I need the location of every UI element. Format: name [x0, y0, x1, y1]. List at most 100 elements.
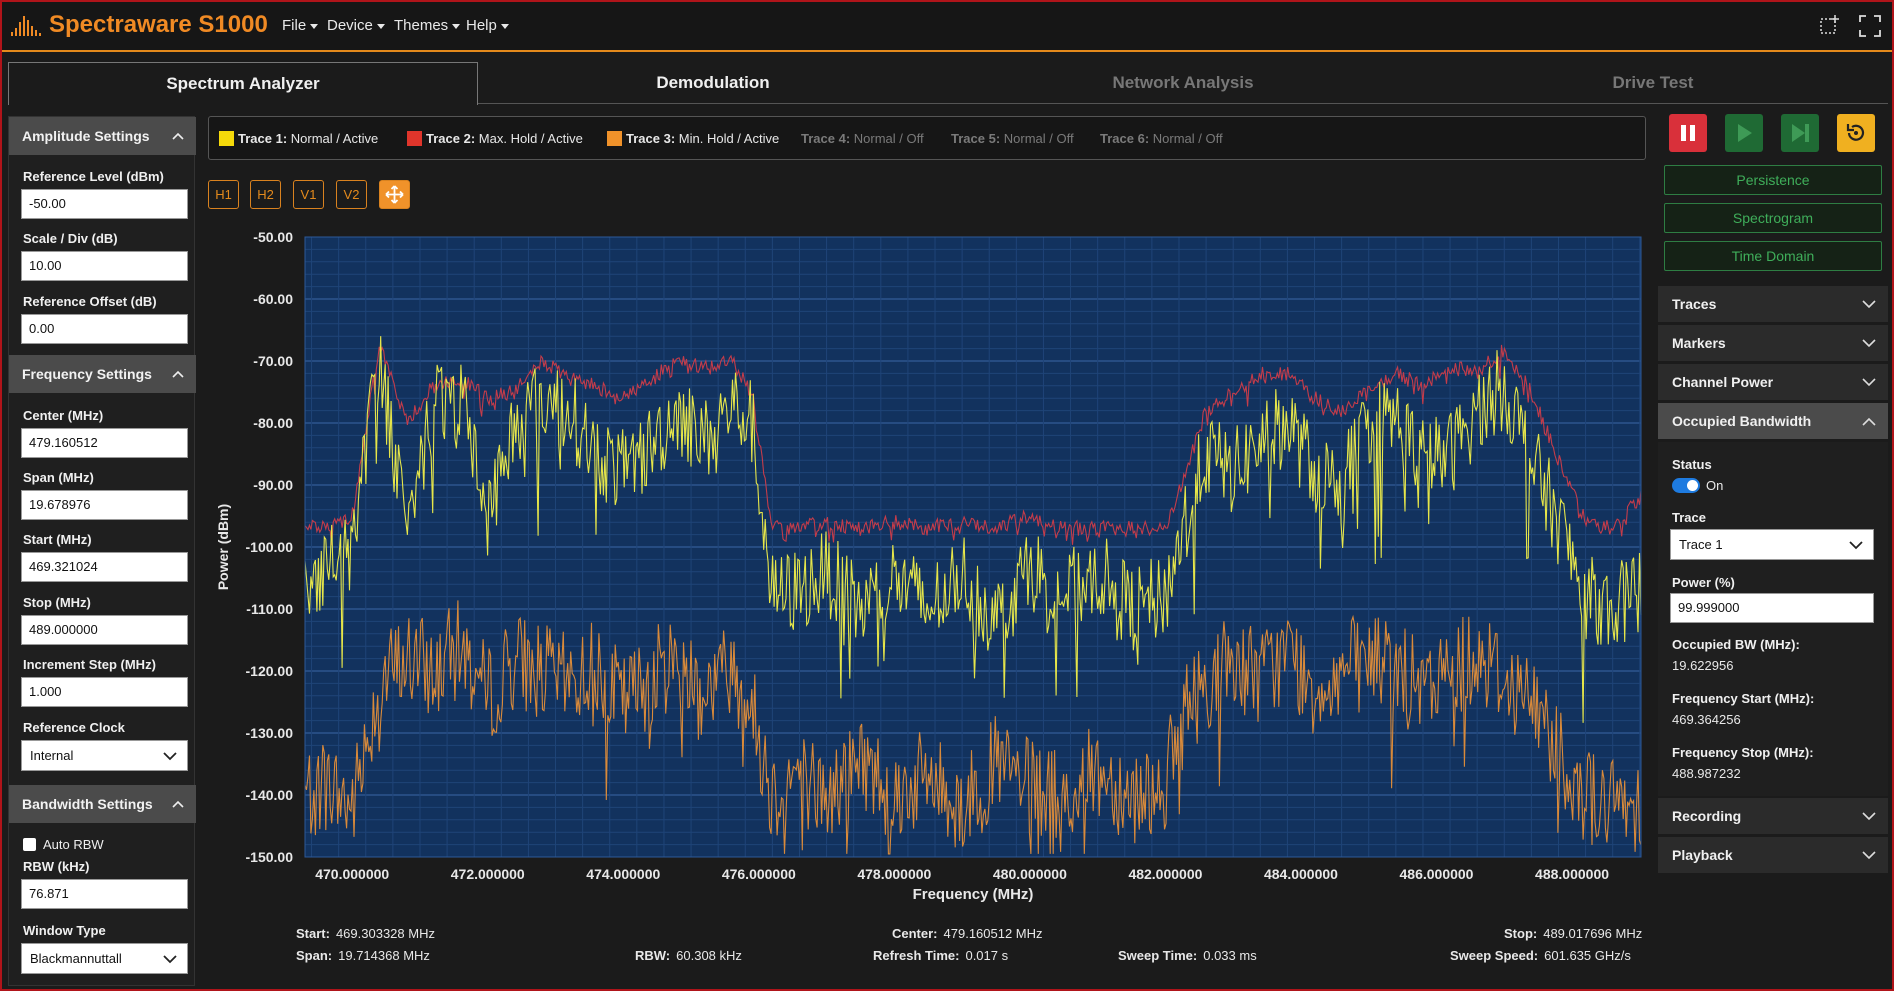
x-tick-label: 470.000000	[315, 866, 389, 882]
info-rbw: RBW: 60.308 kHz	[635, 948, 742, 963]
menu-file[interactable]: File	[282, 17, 318, 34]
obw-status-toggle[interactable]	[1672, 478, 1700, 493]
trace-1-item[interactable]: Trace 1: Normal / Active	[219, 131, 378, 146]
ref-level-label: Reference Level (dBm)	[23, 169, 164, 184]
occupied-bandwidth-accordion[interactable]: Occupied Bandwidth	[1658, 403, 1888, 440]
settings-panel: Amplitude Settings Reference Level (dBm)…	[8, 116, 196, 986]
window-type-select[interactable]: Blackmannuttall	[21, 943, 188, 974]
fullscreen-icon[interactable]	[1858, 14, 1882, 38]
persistence-button[interactable]: Persistence	[1664, 165, 1882, 195]
logo-icon	[11, 16, 41, 36]
trace-3-item[interactable]: Trace 3: Min. Hold / Active	[607, 131, 779, 146]
x-tick-label: 482.000000	[1128, 866, 1202, 882]
x-tick-label: 474.000000	[586, 866, 660, 882]
channel-power-accordion-title: Channel Power	[1672, 374, 1774, 390]
marker-h1-button[interactable]: H1	[208, 180, 239, 209]
pause-button[interactable]	[1669, 114, 1707, 152]
menu-device[interactable]: Device	[327, 17, 385, 34]
reference-clock-select[interactable]: Internal	[21, 740, 188, 771]
step-forward-button[interactable]	[1781, 114, 1819, 152]
main-tabs: Spectrum Analyzer Demodulation Network A…	[8, 62, 1888, 105]
info-start: Start: 469.303328 MHz	[296, 926, 435, 941]
span-input[interactable]: 19.678976	[21, 490, 188, 520]
ref-offset-label: Reference Offset (dB)	[23, 294, 157, 309]
ref-level-input[interactable]: -50.00	[21, 189, 188, 219]
scale-input[interactable]: 10.00	[21, 251, 188, 281]
obw-trace-select[interactable]: Trace 1	[1670, 529, 1874, 560]
channel-power-accordion[interactable]: Channel Power	[1658, 364, 1888, 401]
auto-rbw-checkbox[interactable]	[23, 838, 36, 851]
trace-5-item[interactable]: Trace 5: Normal / Off	[951, 131, 1074, 146]
stop-input[interactable]: 489.000000	[21, 615, 188, 645]
reference-clock-value: Internal	[30, 748, 74, 763]
play-button[interactable]	[1725, 114, 1763, 152]
rbw-input[interactable]: 76.871	[21, 879, 188, 909]
increment-step-input[interactable]: 1.000	[21, 677, 188, 707]
toggle-knob	[1687, 480, 1698, 491]
trace-3-swatch	[607, 131, 622, 146]
obw-power-input[interactable]: 99.999000	[1670, 593, 1874, 623]
menu-themes[interactable]: Themes	[394, 17, 460, 34]
selection-icon[interactable]	[1818, 14, 1842, 38]
header-bar: Spectraware S1000 File Device Themes Hel…	[2, 2, 1892, 52]
start-input[interactable]: 469.321024	[21, 552, 188, 582]
stop-label: Stop (MHz)	[23, 595, 91, 610]
y-tick-label: -70.00	[253, 353, 293, 369]
reset-button[interactable]	[1837, 114, 1875, 152]
tab-demodulation[interactable]: Demodulation	[478, 62, 948, 104]
trace-2-item[interactable]: Trace 2: Max. Hold / Active	[407, 131, 583, 146]
y-tick-label: -100.00	[246, 539, 294, 555]
y-axis-ticks: -50.00 -60.00 -70.00 -80.00 -90.00 -100.00 -11…	[246, 229, 294, 865]
marker-v1-button[interactable]: V1	[293, 180, 324, 209]
markers-accordion-title: Markers	[1672, 335, 1726, 351]
chevron-down-icon	[1862, 339, 1876, 348]
trace-2-name: Trace 2:	[426, 131, 476, 146]
tab-drive-test[interactable]: Drive Test	[1418, 62, 1888, 104]
playback-accordion[interactable]: Playback	[1658, 837, 1888, 874]
center-input[interactable]: 479.160512	[21, 428, 188, 458]
x-tick-label: 486.000000	[1400, 866, 1474, 882]
menu-help[interactable]: Help	[466, 17, 509, 34]
y-tick-label: -60.00	[253, 291, 293, 307]
info-span-label: Span:	[296, 948, 333, 963]
spectrogram-button[interactable]: Spectrogram	[1664, 203, 1882, 233]
frequency-settings-title: Frequency Settings	[22, 366, 152, 382]
trace-4-item[interactable]: Trace 4: Normal / Off	[801, 131, 924, 146]
trace-4-name: Trace 4:	[801, 131, 851, 146]
trace-2-swatch	[407, 131, 422, 146]
trace-5-state: Normal / Off	[1003, 131, 1074, 146]
y-tick-label: -120.00	[246, 663, 294, 679]
window-type-label: Window Type	[23, 923, 106, 938]
y-tick-label: -140.00	[246, 787, 294, 803]
trace-6-item[interactable]: Trace 6: Normal / Off	[1100, 131, 1223, 146]
center-label: Center (MHz)	[23, 408, 104, 423]
y-tick-label: -80.00	[253, 415, 293, 431]
chevron-down-icon	[1862, 851, 1876, 860]
markers-accordion[interactable]: Markers	[1658, 325, 1888, 362]
tab-network-analysis[interactable]: Network Analysis	[948, 62, 1418, 104]
chevron-down-icon	[163, 752, 177, 761]
amplitude-settings-header[interactable]: Amplitude Settings	[9, 117, 196, 155]
marker-v2-button[interactable]: V2	[336, 180, 367, 209]
frequency-settings-header[interactable]: Frequency Settings	[9, 355, 196, 393]
bandwidth-settings-header[interactable]: Bandwidth Settings	[9, 785, 196, 823]
trace-2-state: Max. Hold / Active	[478, 131, 583, 146]
tab-spectrum-analyzer[interactable]: Spectrum Analyzer	[8, 62, 478, 105]
ref-offset-input[interactable]: 0.00	[21, 314, 188, 344]
x-axis-ticks: 470.000000 472.000000 474.000000 476.000000…	[315, 866, 1609, 882]
chevron-up-icon	[172, 800, 184, 808]
info-start-value: 469.303328 MHz	[335, 926, 435, 941]
recording-accordion[interactable]: Recording	[1658, 798, 1888, 835]
move-tool-button[interactable]	[379, 180, 410, 209]
time-domain-button[interactable]: Time Domain	[1664, 241, 1882, 271]
traces-accordion[interactable]: Traces	[1658, 286, 1888, 323]
trace-6-name: Trace 6:	[1100, 131, 1150, 146]
chevron-down-icon	[1862, 300, 1876, 309]
trace-1-name: Trace 1:	[238, 131, 288, 146]
chevron-up-icon	[172, 370, 184, 378]
chevron-up-icon	[1862, 417, 1876, 426]
traces-accordion-title: Traces	[1672, 296, 1717, 312]
info-sweep-speed: Sweep Speed: 601.635 GHz/s	[1450, 948, 1631, 963]
spectrum-chart[interactable]: -50.00 -60.00 -70.00 -80.00 -90.00 -100.00 -11…	[208, 224, 1652, 924]
marker-h2-button[interactable]: H2	[250, 180, 281, 209]
